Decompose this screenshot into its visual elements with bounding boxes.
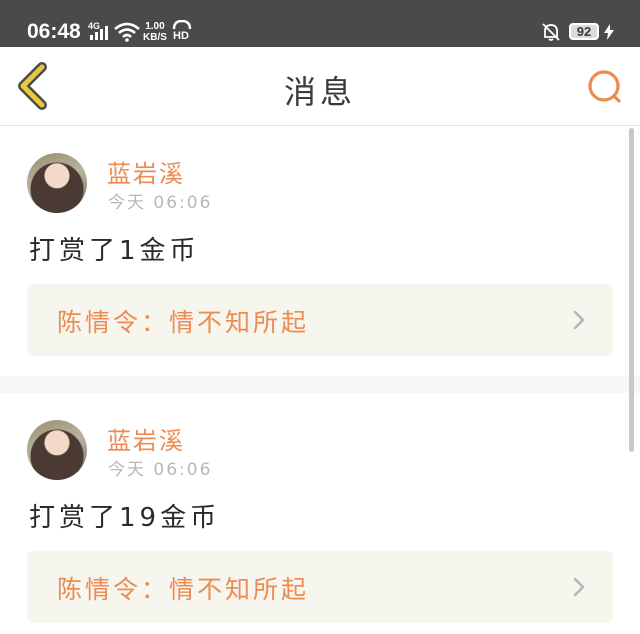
signal-icon bbox=[90, 26, 108, 40]
chevron-right-icon bbox=[573, 310, 585, 330]
hd-call-icon bbox=[172, 20, 192, 30]
chevron-right-icon bbox=[573, 577, 585, 597]
battery-indicator: 92 bbox=[569, 23, 599, 40]
source-title: 陈情令：情不知所起 bbox=[57, 308, 310, 337]
page-title: 消息 bbox=[283, 73, 356, 111]
message-card: 蓝岩溪 今天 06:06 打赏了19金币 陈情令：情不知所起 bbox=[0, 393, 640, 634]
message-time: 今天 06:06 bbox=[108, 460, 213, 480]
message-list: 蓝岩溪 今天 06:06 打赏了1金币 陈情令：情不知所起 蓝岩溪 今天 06:… bbox=[0, 126, 640, 634]
search-button[interactable] bbox=[583, 67, 627, 107]
wifi-icon bbox=[114, 22, 140, 42]
user-name[interactable]: 蓝岩溪 bbox=[107, 154, 185, 189]
source-title: 陈情令：情不知所起 bbox=[57, 575, 310, 604]
bell-off-icon bbox=[542, 23, 560, 41]
message-time: 今天 06:06 bbox=[108, 193, 213, 213]
user-name[interactable]: 蓝岩溪 bbox=[107, 421, 185, 456]
search-icon bbox=[588, 70, 621, 103]
speed-unit: KB/S bbox=[143, 32, 167, 43]
message-text: 打赏了1金币 bbox=[29, 236, 200, 266]
avatar[interactable] bbox=[27, 153, 87, 213]
status-time: 06:48 bbox=[27, 20, 81, 43]
source-link[interactable]: 陈情令：情不知所起 bbox=[27, 551, 613, 623]
status-bar: 06:48 4G 1.00 KB/S HD 92 bbox=[0, 0, 640, 47]
source-link[interactable]: 陈情令：情不知所起 bbox=[27, 284, 613, 356]
message-card: 蓝岩溪 今天 06:06 打赏了1金币 陈情令：情不知所起 bbox=[0, 126, 640, 376]
card-divider bbox=[0, 376, 640, 393]
avatar[interactable] bbox=[27, 420, 87, 480]
message-text: 打赏了19金币 bbox=[29, 503, 221, 533]
hd-label: HD bbox=[173, 30, 189, 42]
navigation-bar: 消息 bbox=[0, 47, 640, 126]
speed-value: 1.00 bbox=[145, 21, 165, 32]
scrollbar[interactable] bbox=[629, 128, 634, 452]
network-speed: 1.00 KB/S bbox=[143, 21, 167, 43]
charging-icon bbox=[604, 24, 614, 40]
